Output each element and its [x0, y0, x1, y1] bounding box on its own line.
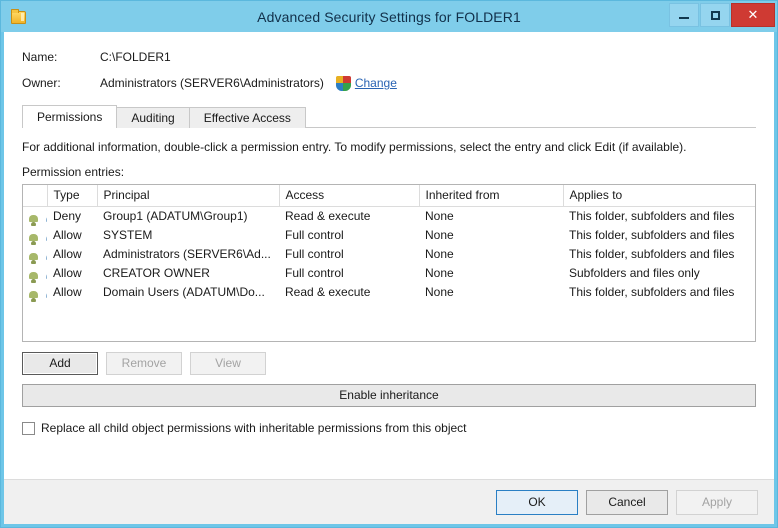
cell-principal: SYSTEM: [97, 226, 279, 245]
cancel-button[interactable]: Cancel: [586, 490, 668, 515]
cell-type: Allow: [47, 226, 97, 245]
cell-applies-to: This folder, subfolders and files: [563, 226, 755, 245]
row-icon-cell: [23, 226, 47, 245]
cell-inherited-from: None: [419, 245, 563, 264]
dialog-footer: OK Cancel Apply: [4, 479, 774, 524]
cell-applies-to: This folder, subfolders and files: [563, 245, 755, 264]
dialog-client-area: Name: C:\FOLDER1 Owner: Administrators (…: [4, 32, 774, 524]
cell-principal: CREATOR OWNER: [97, 264, 279, 283]
cancel-button-label: Cancel: [608, 495, 645, 509]
cell-access: Read & execute: [279, 283, 419, 302]
window-title: Advanced Security Settings for FOLDER1: [1, 9, 777, 25]
view-button[interactable]: View: [190, 352, 266, 375]
column-header-type[interactable]: Type: [47, 185, 97, 206]
entry-actions: Add Remove View: [22, 352, 756, 375]
permission-entries-label: Permission entries:: [22, 165, 756, 179]
cell-principal: Administrators (SERVER6\Ad...: [97, 245, 279, 264]
cell-type: Deny: [47, 206, 97, 226]
row-icon-cell: [23, 245, 47, 264]
table-row[interactable]: Allow SYSTEM Full control None This fold…: [23, 226, 755, 245]
cell-principal: Group1 (ADATUM\Group1): [97, 206, 279, 226]
remove-button[interactable]: Remove: [106, 352, 182, 375]
uac-shield-icon: [336, 76, 351, 91]
cell-type: Allow: [47, 245, 97, 264]
cell-inherited-from: None: [419, 226, 563, 245]
replace-permissions-label: Replace all child object permissions wit…: [41, 421, 467, 435]
tab-strip: Permissions Auditing Effective Access: [22, 104, 756, 128]
add-button[interactable]: Add: [22, 352, 98, 375]
replace-permissions-row[interactable]: Replace all child object permissions wit…: [22, 421, 756, 435]
table-row[interactable]: Allow Administrators (SERVER6\Ad... Full…: [23, 245, 755, 264]
folder-icon: [9, 8, 27, 26]
users-icon: [29, 228, 44, 241]
permission-table: Type Principal Access Inherited from App…: [23, 185, 755, 302]
users-icon: [29, 247, 44, 260]
cell-principal: Domain Users (ADATUM\Do...: [97, 283, 279, 302]
row-icon-cell: [23, 264, 47, 283]
column-header-icon[interactable]: [23, 185, 47, 206]
remove-button-label: Remove: [122, 356, 167, 370]
users-icon: [29, 209, 44, 222]
name-value: C:\FOLDER1: [100, 50, 171, 64]
owner-row: Owner: Administrators (SERVER6\Administr…: [22, 72, 756, 94]
tab-permissions[interactable]: Permissions: [22, 105, 117, 128]
name-row: Name: C:\FOLDER1: [22, 46, 756, 68]
ok-button[interactable]: OK: [496, 490, 578, 515]
table-body: Deny Group1 (ADATUM\Group1) Read & execu…: [23, 206, 755, 302]
cell-access: Full control: [279, 264, 419, 283]
row-icon-cell: [23, 206, 47, 226]
dialog-content: Name: C:\FOLDER1 Owner: Administrators (…: [4, 32, 774, 479]
cell-access: Full control: [279, 245, 419, 264]
owner-label: Owner:: [22, 76, 100, 90]
owner-value: Administrators (SERVER6\Administrators): [100, 76, 324, 90]
title-bar: Advanced Security Settings for FOLDER1 ✕: [1, 1, 777, 32]
cell-type: Allow: [47, 283, 97, 302]
apply-button[interactable]: Apply: [676, 490, 758, 515]
table-header-row: Type Principal Access Inherited from App…: [23, 185, 755, 206]
row-icon-cell: [23, 283, 47, 302]
name-label: Name:: [22, 50, 100, 64]
minimize-button[interactable]: [669, 3, 699, 27]
cell-inherited-from: None: [419, 206, 563, 226]
minimize-icon: [679, 17, 689, 19]
enable-inheritance-label: Enable inheritance: [339, 388, 438, 402]
users-icon: [29, 285, 44, 298]
close-button[interactable]: ✕: [731, 3, 775, 27]
table-row[interactable]: Deny Group1 (ADATUM\Group1) Read & execu…: [23, 206, 755, 226]
view-button-label: View: [215, 356, 241, 370]
advanced-security-settings-window: Advanced Security Settings for FOLDER1 ✕…: [0, 0, 778, 528]
tab-auditing[interactable]: Auditing: [116, 107, 189, 128]
cell-type: Allow: [47, 264, 97, 283]
cell-access: Full control: [279, 226, 419, 245]
ok-button-label: OK: [528, 495, 545, 509]
cell-access: Read & execute: [279, 206, 419, 226]
cell-applies-to: This folder, subfolders and files: [563, 206, 755, 226]
column-header-principal[interactable]: Principal: [97, 185, 279, 206]
column-header-inherited-from[interactable]: Inherited from: [419, 185, 563, 206]
replace-permissions-checkbox[interactable]: [22, 422, 35, 435]
table-row[interactable]: Allow Domain Users (ADATUM\Do... Read & …: [23, 283, 755, 302]
table-row[interactable]: Allow CREATOR OWNER Full control None Su…: [23, 264, 755, 283]
inheritance-actions: Enable inheritance: [22, 384, 756, 407]
cell-applies-to: This folder, subfolders and files: [563, 283, 755, 302]
permission-entries-list[interactable]: Type Principal Access Inherited from App…: [22, 184, 756, 342]
cell-inherited-from: None: [419, 264, 563, 283]
change-owner-link[interactable]: Change: [355, 76, 397, 90]
enable-inheritance-button[interactable]: Enable inheritance: [22, 384, 756, 407]
column-header-applies-to[interactable]: Applies to: [563, 185, 755, 206]
info-text: For additional information, double-click…: [22, 140, 756, 154]
users-icon: [29, 266, 44, 279]
cell-applies-to: Subfolders and files only: [563, 264, 755, 283]
column-header-access[interactable]: Access: [279, 185, 419, 206]
tab-effective-access[interactable]: Effective Access: [189, 107, 306, 128]
maximize-button[interactable]: [700, 3, 730, 27]
cell-inherited-from: None: [419, 283, 563, 302]
apply-button-label: Apply: [702, 495, 732, 509]
table-header: Type Principal Access Inherited from App…: [23, 185, 755, 206]
add-button-label: Add: [49, 356, 70, 370]
maximize-icon: [711, 11, 720, 20]
window-controls: ✕: [669, 3, 775, 27]
